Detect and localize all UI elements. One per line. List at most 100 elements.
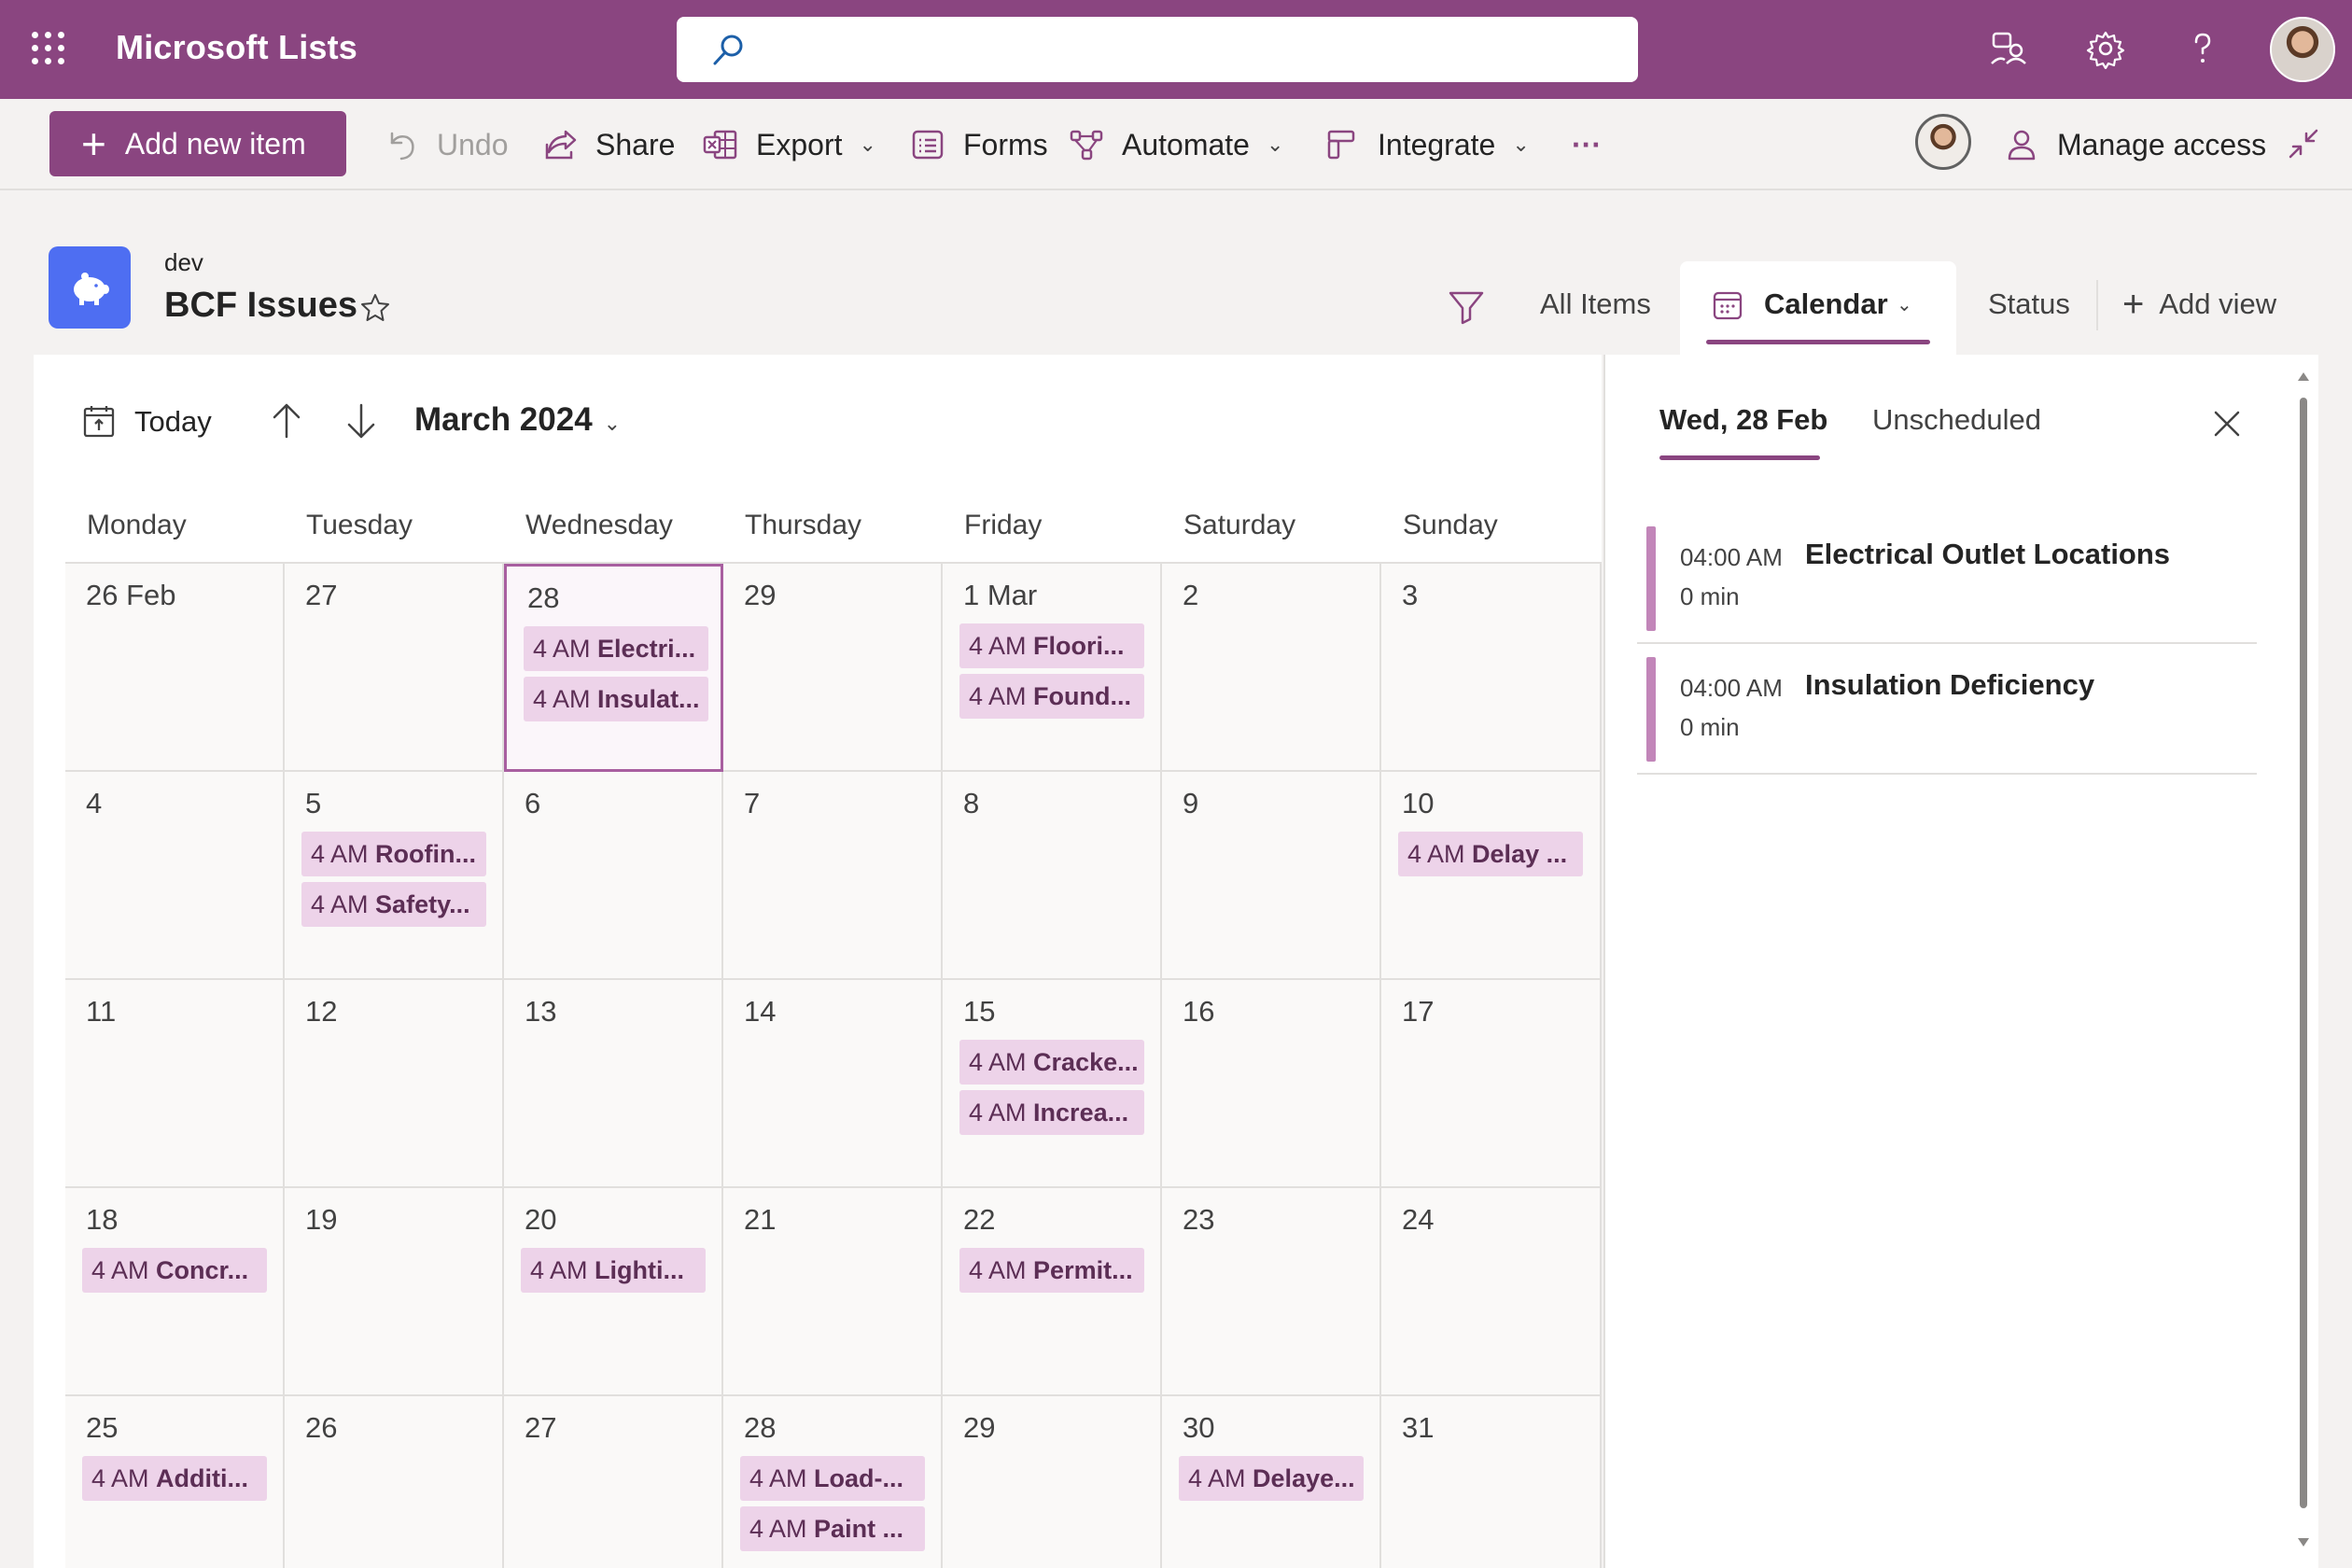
today-button[interactable]: Today	[80, 403, 212, 441]
day-cell[interactable]: 13	[504, 980, 723, 1188]
event-time: 4 AM	[749, 1515, 807, 1543]
tab-unscheduled[interactable]: Unscheduled	[1872, 403, 2041, 437]
day-cell[interactable]: 31	[1381, 1396, 1602, 1568]
day-cell[interactable]: 1 Mar 4 AM Floori... 4 AM Found...	[943, 564, 1162, 772]
tab-all-items[interactable]: All Items	[1540, 287, 1651, 321]
day-cell[interactable]: 6	[504, 772, 723, 980]
day-cell[interactable]: 11	[65, 980, 285, 1188]
day-cell[interactable]: 14	[723, 980, 943, 1188]
help-icon[interactable]	[2182, 28, 2223, 69]
calendar-event[interactable]: 4 AM Cracke...	[959, 1040, 1144, 1085]
day-cell[interactable]: 4	[65, 772, 285, 980]
event-time: 4 AM	[1188, 1464, 1246, 1492]
day-number: 7	[744, 787, 761, 819]
tab-status[interactable]: Status	[1988, 287, 2070, 321]
app-title[interactable]: Microsoft Lists	[116, 28, 357, 67]
day-cell[interactable]: 20 4 AM Lighti...	[504, 1188, 723, 1396]
calendar-event[interactable]: 4 AM Found...	[959, 674, 1144, 719]
close-icon[interactable]	[2208, 405, 2246, 442]
add-new-item-button[interactable]: + Add new item	[49, 111, 346, 176]
day-cell[interactable]: 21	[723, 1188, 943, 1396]
day-cell[interactable]: 18 4 AM Concr...	[65, 1188, 285, 1396]
day-cell[interactable]: 8	[943, 772, 1162, 980]
day-cell[interactable]: 19	[285, 1188, 504, 1396]
search-input[interactable]	[677, 17, 1638, 82]
share-button[interactable]: Share	[541, 121, 675, 168]
event-time: 4 AM	[91, 1256, 149, 1284]
app-launcher-icon[interactable]	[32, 32, 65, 65]
day-cell[interactable]: 17	[1381, 980, 1602, 1188]
day-cell[interactable]: 26 Feb	[65, 564, 285, 772]
day-cell[interactable]: 29	[723, 564, 943, 772]
calendar-event[interactable]: 4 AM Lighti...	[521, 1248, 706, 1293]
day-cell[interactable]: 27	[285, 564, 504, 772]
arrow-down-icon[interactable]	[340, 399, 383, 442]
day-cell[interactable]: 12	[285, 980, 504, 1188]
day-cell[interactable]: 26	[285, 1396, 504, 1568]
scrollbar[interactable]	[2296, 370, 2311, 1559]
event-time: 4 AM	[969, 1048, 1027, 1076]
command-bar: + Add new item Undo Share Export ⌄ Forms…	[0, 99, 2352, 190]
favorite-star-icon[interactable]	[358, 291, 392, 325]
day-number: 19	[305, 1203, 338, 1236]
day-cell[interactable]: 24	[1381, 1188, 1602, 1396]
forms-button[interactable]: Forms	[909, 121, 1048, 168]
weekday-header: Thursday	[745, 510, 862, 540]
manage-access-button[interactable]: Manage access	[2003, 121, 2266, 168]
calendar-event[interactable]: 4 AM Increa...	[959, 1090, 1144, 1135]
calendar-event[interactable]: 4 AM Floori...	[959, 623, 1144, 668]
tab-selected-date[interactable]: Wed, 28 Feb	[1659, 403, 1827, 437]
scroll-up-icon[interactable]	[2296, 370, 2311, 383]
scroll-down-icon[interactable]	[2296, 1536, 2311, 1549]
day-cell[interactable]: 10 4 AM Delay ...	[1381, 772, 1602, 980]
gear-icon[interactable]	[2085, 28, 2126, 69]
calendar-event[interactable]: 4 AM Electri...	[524, 626, 708, 671]
undo-button[interactable]: Undo	[383, 121, 509, 168]
day-cell[interactable]: 30 4 AM Delaye...	[1162, 1396, 1381, 1568]
filter-icon[interactable]	[1447, 287, 1486, 327]
day-cell[interactable]: 27	[504, 1396, 723, 1568]
agenda-item[interactable]: 04:00 AM Insulation Deficiency 0 min	[1637, 646, 2257, 775]
member-avatar[interactable]	[1915, 114, 1971, 170]
add-new-item-label: Add new item	[124, 126, 306, 161]
calendar-event[interactable]: 4 AM Delaye...	[1179, 1456, 1364, 1501]
day-cell[interactable]: 25 4 AM Additi...	[65, 1396, 285, 1568]
day-cell[interactable]: 16	[1162, 980, 1381, 1188]
day-cell[interactable]: 28 4 AM Load-... 4 AM Paint ...	[723, 1396, 943, 1568]
day-cell[interactable]: 2	[1162, 564, 1381, 772]
day-cell[interactable]: 3	[1381, 564, 1602, 772]
event-time: 4 AM	[749, 1464, 807, 1492]
arrow-up-icon[interactable]	[265, 399, 308, 442]
calendar-event[interactable]: 4 AM Load-...	[740, 1456, 925, 1501]
calendar-event[interactable]: 4 AM Permit...	[959, 1248, 1144, 1293]
day-cell[interactable]: 22 4 AM Permit...	[943, 1188, 1162, 1396]
scroll-thumb[interactable]	[2300, 398, 2307, 1508]
month-picker[interactable]: March 2024 ⌄	[414, 401, 621, 439]
integrate-button[interactable]: Integrate ⌄	[1323, 121, 1530, 168]
export-button[interactable]: Export ⌄	[702, 121, 876, 168]
calendar-event[interactable]: 4 AM Insulat...	[524, 677, 708, 721]
day-cell[interactable]: 28 4 AM Electri... 4 AM Insulat...	[504, 564, 723, 772]
tab-calendar[interactable]: Calendar ⌄	[1680, 261, 1956, 358]
more-options-button[interactable]: ···	[1572, 121, 1602, 168]
calendar-event[interactable]: 4 AM Additi...	[82, 1456, 267, 1501]
day-cell[interactable]: 54 AM Roofin... 4 AM Safety...	[285, 772, 504, 980]
day-cell[interactable]: 29	[943, 1396, 1162, 1568]
calendar-event[interactable]: 4 AM Safety...	[301, 882, 486, 927]
calendar-event[interactable]: 4 AM Paint ...	[740, 1506, 925, 1551]
calendar-event[interactable]: 4 AM Delay ...	[1398, 832, 1583, 876]
agenda-item[interactable]: 04:00 AM Electrical Outlet Locations 0 min	[1637, 515, 2257, 644]
day-cell[interactable]: 9	[1162, 772, 1381, 980]
agenda-duration: 0 min	[1680, 582, 1740, 610]
feedback-icon[interactable]	[1988, 28, 2029, 69]
day-cell[interactable]: 23	[1162, 1188, 1381, 1396]
day-cell[interactable]: 7	[723, 772, 943, 980]
collapse-icon[interactable]	[2285, 125, 2322, 162]
day-cell[interactable]: 15 4 AM Cracke... 4 AM Increa...	[943, 980, 1162, 1188]
user-avatar[interactable]	[2270, 17, 2335, 82]
site-name[interactable]: dev	[164, 248, 203, 277]
calendar-event[interactable]: 4 AM Concr...	[82, 1248, 267, 1293]
automate-button[interactable]: Automate ⌄	[1068, 121, 1283, 168]
add-view-button[interactable]: + Add view	[2122, 286, 2276, 323]
calendar-event[interactable]: 4 AM Roofin...	[301, 832, 486, 876]
